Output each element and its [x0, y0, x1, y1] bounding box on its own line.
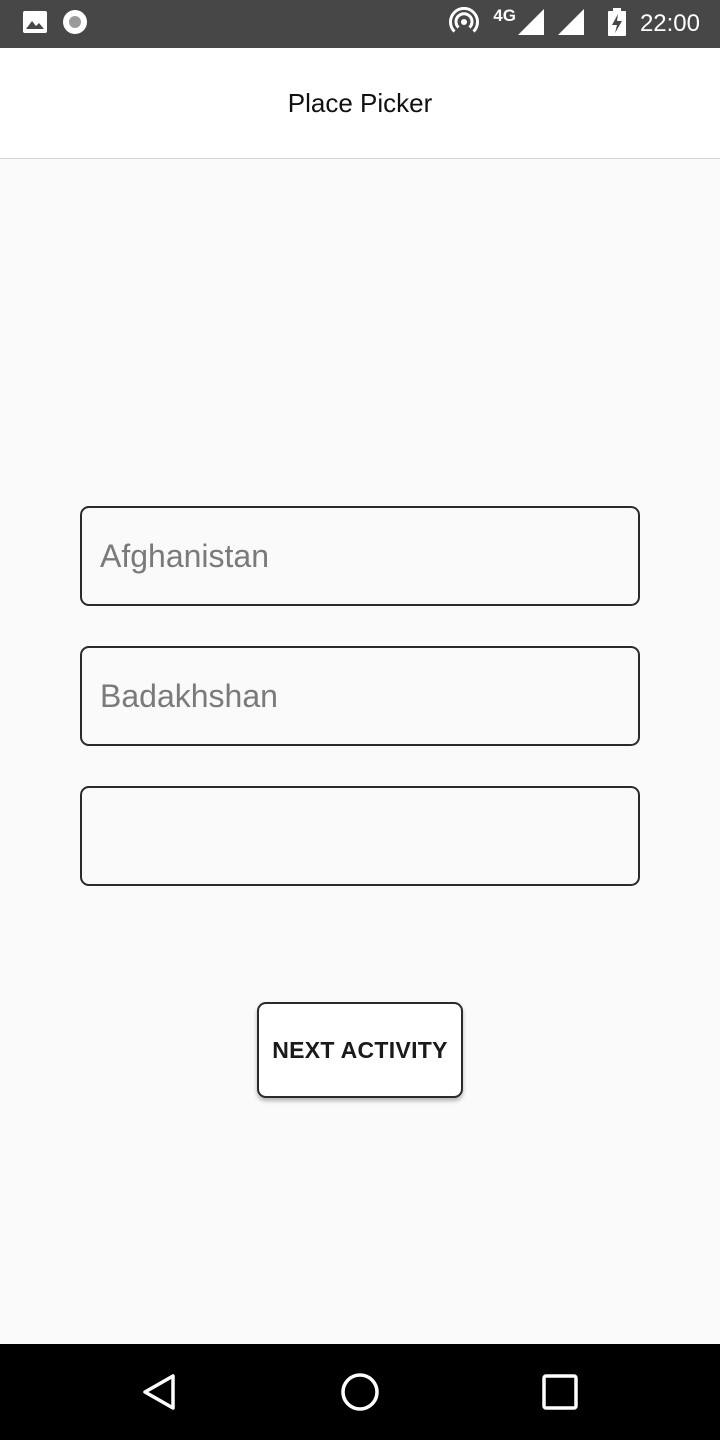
image-icon — [22, 10, 48, 39]
record-icon — [62, 9, 88, 40]
navigation-bar — [0, 1344, 720, 1440]
clock: 22:00 — [639, 10, 700, 37]
app-bar: Place Picker — [0, 48, 720, 159]
signal-icon — [517, 8, 544, 40]
country-field[interactable] — [80, 506, 640, 606]
recents-icon[interactable] — [530, 1362, 590, 1422]
back-icon[interactable] — [130, 1362, 190, 1422]
status-left-icons — [22, 9, 88, 40]
home-icon[interactable] — [330, 1362, 390, 1422]
page-title: Place Picker — [287, 87, 433, 118]
status-right-icons: 4G 22:00 — [449, 6, 700, 42]
battery-charging-icon — [607, 7, 626, 41]
status-bar: 4G 22:00 — [0, 0, 720, 48]
signal-icon — [557, 8, 584, 40]
network-type: 4G — [493, 6, 516, 25]
next-activity-button[interactable]: NEXT ACTIVITY — [257, 1002, 463, 1098]
city-field[interactable] — [80, 786, 640, 886]
state-field[interactable] — [80, 646, 640, 746]
hotspot-icon — [449, 6, 480, 42]
